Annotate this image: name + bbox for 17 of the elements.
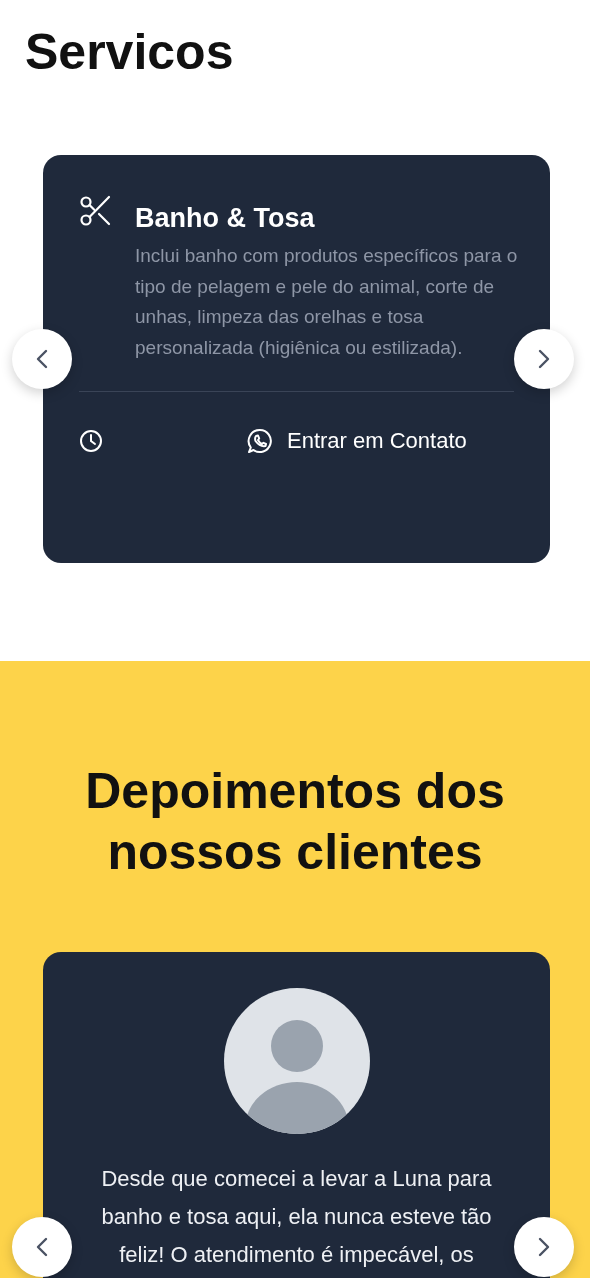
chat-phone-icon [247, 428, 273, 454]
service-description: Inclui banho com produtos específicos para o tipo de pelagem e pele do animal, corte de unhas, limpeza das orelhas e tosa personalizada (higiênica ou estilizada). [135, 244, 519, 360]
section-title: Depoimentos dos nossos clientes [84, 762, 506, 882]
service-title: Banho & Tosa [135, 202, 315, 235]
section-title: Servicos [24, 23, 235, 82]
previous-button[interactable] [12, 1217, 72, 1277]
scissors-icon [79, 195, 113, 227]
testimonial-quote: Desde que comecei a levar a Luna para banho e tosa aqui, ela nunca esteve tão feliz! O atendimento é impecável, os [100, 1165, 493, 1269]
next-button[interactable] [514, 329, 574, 389]
previous-button[interactable] [12, 329, 72, 389]
chevron-left-icon [36, 1237, 48, 1257]
chevron-right-icon [538, 1237, 550, 1257]
contact-button[interactable]: Entrar em Contato [247, 428, 467, 454]
chevron-right-icon [538, 349, 550, 369]
clock-icon [79, 429, 103, 453]
next-button[interactable] [514, 1217, 574, 1277]
chevron-left-icon [36, 349, 48, 369]
